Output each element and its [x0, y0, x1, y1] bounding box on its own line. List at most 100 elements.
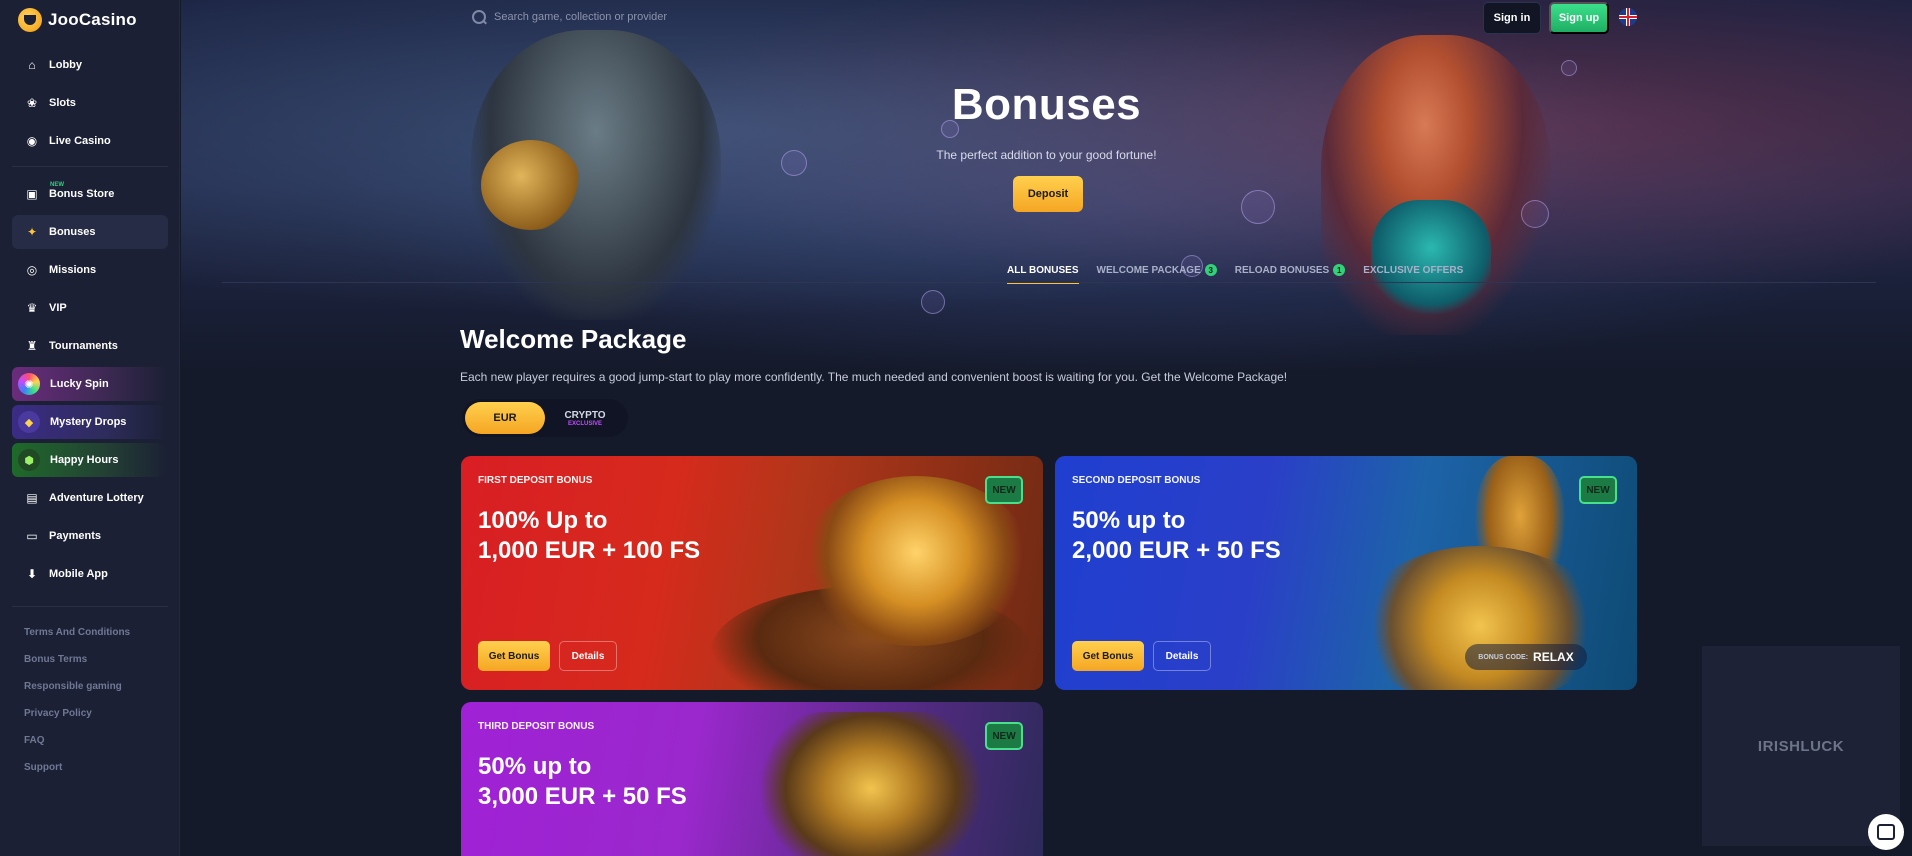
logo-icon [18, 8, 42, 32]
nav-divider [12, 166, 168, 167]
sidebar-item-payments[interactable]: ▭ Payments [12, 519, 168, 553]
toggle-crypto[interactable]: CRYPTO EXCLUSIVE [545, 402, 625, 434]
footer-link-terms[interactable]: Terms And Conditions [24, 626, 130, 653]
get-bonus-button[interactable]: Get Bonus [1072, 641, 1144, 671]
bonus-card-second-deposit: SECOND DEPOSIT BONUS 50% up to 2,000 EUR… [1055, 456, 1637, 690]
sidebar-item-bonus-store[interactable]: NEW ▣ Bonus Store [12, 177, 168, 211]
home-icon: ⌂ [28, 58, 36, 72]
deposit-button[interactable]: Deposit [1013, 176, 1083, 212]
card-offer-line: 3,000 EUR + 50 FS [478, 783, 687, 810]
sidebar-item-label: Mobile App [49, 568, 108, 580]
sidebar-item-label: Missions [49, 264, 97, 276]
sidebar-item-label: Mystery Drops [50, 416, 127, 428]
card-icon: ▭ [26, 529, 38, 543]
details-button[interactable]: Details [559, 641, 617, 671]
new-tag: NEW [50, 182, 64, 188]
search-bar[interactable] [472, 6, 832, 28]
sidebar-item-missions[interactable]: ◎ Missions [12, 253, 168, 287]
card-offer-line: 100% Up to [478, 507, 608, 534]
sidebar-item-label: Tournaments [49, 340, 118, 352]
new-badge: NEW [1579, 476, 1617, 504]
uk-flag-icon[interactable] [1619, 8, 1637, 26]
tab-count-badge: 3 [1204, 264, 1217, 276]
hero-subtitle: The perfect addition to your good fortun… [936, 148, 1157, 162]
card-actions: Get Bonus Details [1072, 641, 1211, 671]
new-badge: NEW [985, 476, 1023, 504]
bonus-code-value: RELAX [1533, 650, 1574, 664]
drops-icon: ◆ [18, 411, 40, 433]
bonus-tabs: ALL BONUSES WELCOME PACKAGE 3 RELOAD BON… [1007, 258, 1463, 284]
crown-icon: ♛ [26, 301, 38, 315]
tab-label: ALL BONUSES [1007, 264, 1079, 276]
treasure-chest-illustration [761, 712, 981, 856]
sidebar-item-label: Payments [49, 530, 101, 542]
footer-link-privacy[interactable]: Privacy Policy [24, 707, 130, 734]
sidebar-item-lucky-spin[interactable]: ✺ Lucky Spin [12, 367, 168, 401]
sidebar-item-live-casino[interactable]: ◉ Live Casino [12, 124, 168, 158]
currency-toggle: EUR CRYPTO EXCLUSIVE [462, 399, 628, 437]
promo-tile[interactable]: IRISHLUCK [1702, 646, 1900, 846]
logo-text: JooCasino [48, 10, 137, 29]
footer-link-support[interactable]: Support [24, 761, 130, 788]
bag-icon: ▣ [26, 187, 38, 201]
bonus-card-first-deposit: FIRST DEPOSIT BONUS 100% Up to 1,000 EUR… [461, 456, 1043, 690]
sidebar-item-slots[interactable]: ❀ Slots [12, 86, 168, 120]
sidebar-item-lobby[interactable]: ⌂ Lobby [12, 48, 168, 82]
sidebar-item-vip[interactable]: ♛ VIP [12, 291, 168, 325]
target-icon: ◎ [26, 263, 38, 277]
sidebar-item-bonuses[interactable]: ✦ Bonuses [12, 215, 168, 249]
details-button[interactable]: Details [1153, 641, 1211, 671]
card-offer: 100% Up to 1,000 EUR + 100 FS [478, 506, 700, 566]
sidebar-item-mobile-app[interactable]: ⬇ Mobile App [12, 557, 168, 591]
footer-link-bonus-terms[interactable]: Bonus Terms [24, 653, 130, 680]
card-offer-line: 1,000 EUR + 100 FS [478, 537, 701, 564]
bubble-decoration [1521, 200, 1549, 228]
tab-exclusive-offers[interactable]: EXCLUSIVE OFFERS [1363, 258, 1463, 282]
sidebar-item-label: Bonuses [49, 226, 96, 238]
gift-icon: ✦ [26, 225, 38, 239]
section-title: Welcome Package [460, 324, 687, 354]
chat-icon[interactable] [1868, 814, 1904, 850]
get-bonus-button[interactable]: Get Bonus [478, 641, 550, 671]
card-offer-line: 2,000 EUR + 50 FS [1072, 537, 1281, 564]
sign-in-button[interactable]: Sign in [1483, 2, 1541, 34]
tab-reload-bonuses[interactable]: RELOAD BONUSES 1 [1234, 258, 1346, 282]
card-offer-line: 50% up to [1072, 507, 1186, 534]
sidebar-item-adventure-lottery[interactable]: ▤ Adventure Lottery [12, 481, 168, 515]
page-title: Bonuses [951, 80, 1142, 129]
bonus-card-third-deposit: THIRD DEPOSIT BONUS 50% up to 3,000 EUR … [461, 702, 1043, 856]
sidebar-item-happy-hours[interactable]: ⬢ Happy Hours [12, 443, 168, 477]
sign-up-button[interactable]: Sign up [1549, 2, 1609, 34]
card-offer-line: 50% up to [478, 753, 592, 780]
bubble-decoration [921, 290, 945, 314]
card-label: THIRD DEPOSIT BONUS [478, 721, 595, 732]
toggle-crypto-label: CRYPTO [564, 409, 606, 421]
sidebar-item-label: Live Casino [49, 135, 111, 147]
sidebar-item-mystery-drops[interactable]: ◆ Mystery Drops [12, 405, 168, 439]
slots-icon: ❀ [26, 96, 38, 110]
promo-tile-text: IRISHLUCK [1757, 737, 1845, 755]
card-offer: 50% up to 2,000 EUR + 50 FS [1072, 506, 1281, 566]
live-casino-icon: ◉ [26, 134, 38, 148]
tab-all-bonuses[interactable]: ALL BONUSES [1007, 258, 1079, 284]
bubble-decoration [1561, 60, 1577, 76]
sidebar-item-label: Lobby [49, 59, 82, 71]
tab-count-badge: 1 [1333, 264, 1346, 276]
sidebar-item-label: VIP [49, 302, 67, 314]
bonus-code-label: BONUS CODE: [1478, 653, 1529, 661]
footer-link-responsible-gaming[interactable]: Responsible gaming [24, 680, 130, 707]
footer-link-faq[interactable]: FAQ [24, 734, 130, 761]
logo[interactable]: JooCasino [18, 8, 137, 32]
toggle-crypto-tag: EXCLUSIVE [567, 420, 602, 427]
tabs-divider [222, 282, 1876, 283]
tab-welcome-package[interactable]: WELCOME PACKAGE 3 [1097, 258, 1217, 282]
bonus-code[interactable]: BONUS CODE: RELAX [1465, 644, 1587, 670]
footer-divider [12, 606, 168, 607]
footer-links: Terms And Conditions Bonus Terms Respons… [24, 626, 130, 788]
card-label: SECOND DEPOSIT BONUS [1072, 475, 1201, 486]
toggle-eur[interactable]: EUR [465, 402, 545, 434]
tab-label: RELOAD BONUSES [1234, 264, 1330, 276]
sidebar-item-tournaments[interactable]: ♜ Tournaments [12, 329, 168, 363]
sidebar-item-label: Slots [49, 97, 76, 109]
search-input[interactable] [494, 11, 794, 23]
